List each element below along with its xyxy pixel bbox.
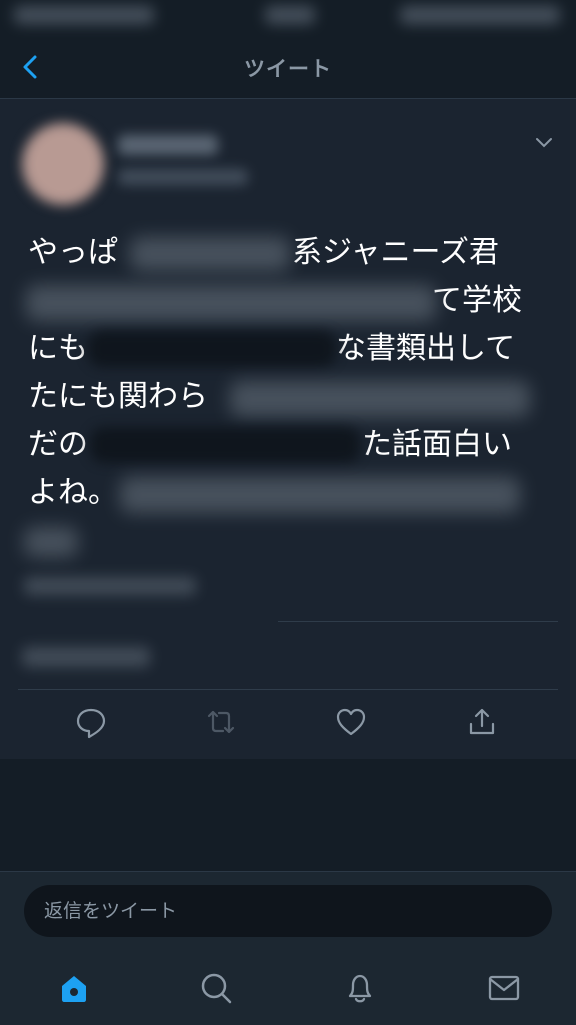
redacted-text xyxy=(90,427,360,463)
divider xyxy=(278,621,558,622)
divider xyxy=(18,689,558,690)
reply-input[interactable]: 返信をツイート xyxy=(24,885,552,937)
mail-icon xyxy=(488,975,520,1001)
page-title: ツイート xyxy=(244,57,332,81)
retweet-icon xyxy=(207,710,235,734)
like-button[interactable] xyxy=(333,704,369,740)
search-icon xyxy=(201,973,232,1004)
status-bar xyxy=(0,0,576,40)
username-blurred xyxy=(118,169,248,185)
tweet-text-line: よね。 xyxy=(28,475,118,510)
reply-button[interactable] xyxy=(73,704,109,740)
tweet-text-line: にも xyxy=(28,331,88,366)
tweet-text-line: やっぱ xyxy=(28,235,118,270)
tab-messages[interactable] xyxy=(484,968,524,1008)
tweet-text-line: 系ジャニーズ君 xyxy=(292,235,499,270)
share-icon xyxy=(469,708,495,735)
stats-blurred[interactable] xyxy=(22,647,150,667)
redacted-text xyxy=(120,477,520,513)
empty-area xyxy=(0,759,576,871)
tweet-menu-button[interactable] xyxy=(532,135,556,151)
tab-home[interactable] xyxy=(54,968,94,1008)
heart-icon xyxy=(336,708,366,736)
tweet-text-line: だの xyxy=(28,427,88,462)
share-button[interactable] xyxy=(464,704,500,740)
tweet-text-line: な書類出して xyxy=(336,331,516,366)
tab-search[interactable] xyxy=(196,968,236,1008)
redacted-text xyxy=(24,527,78,557)
redacted-text xyxy=(230,381,530,417)
chevron-down-icon xyxy=(536,138,552,148)
tweet-detail: やっぱ 系ジャニーズ君 て学校 にも な書類出して たにも関わら だの た話面白… xyxy=(0,99,576,759)
redacted-text xyxy=(130,237,290,271)
status-carrier-blurred xyxy=(14,6,154,24)
avatar[interactable] xyxy=(22,123,104,205)
timestamp-blurred xyxy=(24,577,196,595)
redacted-text xyxy=(26,285,436,321)
bottom-bar: 返信をツイート xyxy=(0,871,576,1025)
display-name-blurred xyxy=(118,135,218,155)
reply-icon xyxy=(76,708,106,739)
nav-bar: ツイート xyxy=(0,40,576,99)
bell-icon xyxy=(348,974,372,1003)
tab-notifications[interactable] xyxy=(340,968,380,1008)
tweet-text-line: たにも関わら xyxy=(28,379,208,414)
redacted-text xyxy=(88,331,336,367)
tweet-text-line: て学校 xyxy=(432,283,522,318)
retweet-button[interactable] xyxy=(203,704,239,740)
tweet-text-line: た話面白い xyxy=(362,427,512,462)
home-icon xyxy=(62,976,86,1002)
status-battery-blurred xyxy=(400,6,560,24)
status-time-blurred xyxy=(265,6,315,24)
